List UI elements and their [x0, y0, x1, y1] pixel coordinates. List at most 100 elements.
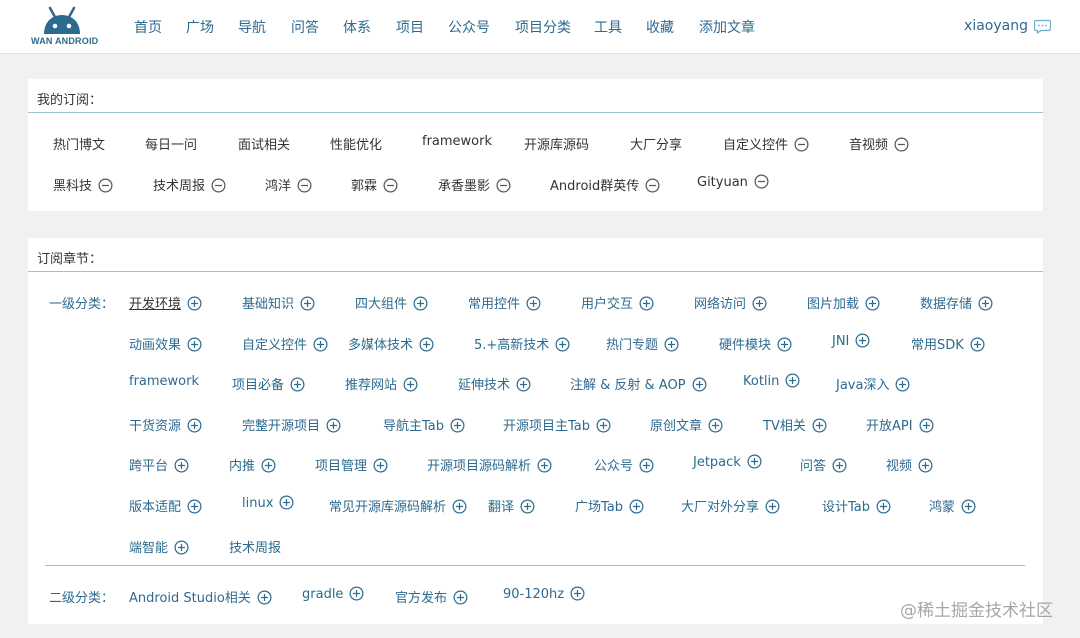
chapter-item[interactable]: Java深入 [836, 374, 910, 393]
chapter-item[interactable]: 内推 [229, 455, 276, 474]
subscribe-plus-icon[interactable] [747, 454, 762, 469]
chapter-item[interactable]: 问答 [800, 455, 847, 474]
subscribe-plus-icon[interactable] [526, 296, 541, 311]
chapter-item[interactable]: 技术周报 [229, 537, 281, 556]
subscribe-plus-icon[interactable] [413, 296, 428, 311]
subscribe-plus-icon[interactable] [978, 296, 993, 311]
chapter-item[interactable]: 数据存储 [920, 293, 993, 312]
subscribe-plus-icon[interactable] [520, 499, 535, 514]
subscribe-plus-icon[interactable] [537, 458, 552, 473]
chapter-item[interactable]: 常见开源库源码解析 [329, 496, 467, 515]
chapter-item[interactable]: 广场Tab [575, 496, 644, 515]
subscribe-plus-icon[interactable] [516, 377, 531, 392]
subscribe-plus-icon[interactable] [629, 499, 644, 514]
chapter-item[interactable]: 鸿蒙 [929, 496, 976, 515]
chapter-item[interactable]: 翻译 [488, 496, 535, 515]
subscription-item[interactable]: 热门博文 [53, 134, 105, 153]
chapter-item[interactable]: 公众号 [594, 455, 654, 474]
subscribe-plus-icon[interactable] [919, 418, 934, 433]
subscribe-plus-icon[interactable] [257, 590, 272, 605]
subscribe-plus-icon[interactable] [596, 418, 611, 433]
chapter-item[interactable]: 常用控件 [468, 293, 541, 312]
subscribe-plus-icon[interactable] [452, 499, 467, 514]
level2-chapter-item[interactable]: 官方发布 [395, 587, 468, 606]
chapter-item[interactable]: 四大组件 [355, 293, 428, 312]
subscribe-plus-icon[interactable] [450, 418, 465, 433]
subscribe-plus-icon[interactable] [326, 418, 341, 433]
subscribe-plus-icon[interactable] [812, 418, 827, 433]
subscribe-plus-icon[interactable] [865, 296, 880, 311]
chapter-item[interactable]: 跨平台 [129, 455, 189, 474]
subscribe-plus-icon[interactable] [832, 458, 847, 473]
subscribe-plus-icon[interactable] [664, 337, 679, 352]
subscribe-plus-icon[interactable] [453, 590, 468, 605]
subscribe-plus-icon[interactable] [708, 418, 723, 433]
subscribe-plus-icon[interactable] [187, 337, 202, 352]
nav-square[interactable]: 广场 [186, 17, 214, 37]
subscribe-plus-icon[interactable] [313, 337, 328, 352]
subscribe-plus-icon[interactable] [290, 377, 305, 392]
subscribe-plus-icon[interactable] [785, 373, 800, 388]
chapter-item[interactable]: JNI [832, 333, 870, 349]
chapter-item[interactable]: 设计Tab [822, 496, 891, 515]
subscribe-plus-icon[interactable] [174, 458, 189, 473]
subscribe-plus-icon[interactable] [174, 540, 189, 555]
chapter-item[interactable]: 端智能 [129, 537, 189, 556]
chapter-item[interactable]: 开源项目主Tab [503, 415, 611, 434]
subscribe-plus-icon[interactable] [349, 586, 364, 601]
nav-project-categories[interactable]: 项目分类 [515, 17, 571, 37]
chapter-item[interactable]: 5.+高新技术 [474, 334, 570, 353]
chapter-item[interactable]: Kotlin [743, 373, 800, 389]
message-icon[interactable] [1034, 19, 1051, 34]
chapter-item[interactable]: 项目管理 [315, 455, 388, 474]
chapter-item[interactable]: 视频 [886, 455, 933, 474]
nav-home[interactable]: 首页 [134, 17, 162, 37]
chapter-item[interactable]: 原创文章 [650, 415, 723, 434]
unsubscribe-minus-icon[interactable] [794, 137, 809, 152]
subscribe-plus-icon[interactable] [570, 586, 585, 601]
chapter-item[interactable]: 自定义控件 [242, 334, 328, 353]
chapter-item[interactable]: 热门专题 [606, 334, 679, 353]
subscription-item[interactable]: 鸿洋 [265, 175, 312, 194]
subscription-item[interactable]: 每日一问 [145, 134, 197, 153]
subscription-item[interactable]: 性能优化 [330, 134, 382, 153]
chapter-item[interactable]: 动画效果 [129, 334, 202, 353]
subscription-item[interactable]: 面试相关 [238, 134, 290, 153]
subscribe-plus-icon[interactable] [403, 377, 418, 392]
unsubscribe-minus-icon[interactable] [98, 178, 113, 193]
subscribe-plus-icon[interactable] [855, 333, 870, 348]
nav-tools[interactable]: 工具 [594, 17, 622, 37]
unsubscribe-minus-icon[interactable] [211, 178, 226, 193]
chapter-item[interactable]: 基础知识 [242, 293, 315, 312]
subscribe-plus-icon[interactable] [300, 296, 315, 311]
subscribe-plus-icon[interactable] [261, 458, 276, 473]
subscription-item[interactable]: 承香墨影 [438, 175, 511, 194]
subscription-item[interactable]: 黑科技 [53, 175, 113, 194]
subscribe-plus-icon[interactable] [187, 296, 202, 311]
chapter-item[interactable]: 开发环境 [129, 293, 202, 312]
level2-chapter-item[interactable]: 90-120hz [503, 586, 585, 602]
nav-add-article[interactable]: 添加文章 [699, 17, 755, 37]
nav-favorites[interactable]: 收藏 [646, 17, 674, 37]
chapter-item[interactable]: 干货资源 [129, 415, 202, 434]
chapter-item[interactable]: Jetpack [693, 454, 762, 470]
chapter-item[interactable]: 大厂对外分享 [681, 496, 780, 515]
chapter-item[interactable]: TV相关 [763, 415, 827, 434]
nav-system[interactable]: 体系 [343, 17, 371, 37]
unsubscribe-minus-icon[interactable] [894, 137, 909, 152]
chapter-item[interactable]: 版本适配 [129, 496, 202, 515]
chapter-item[interactable]: 硬件模块 [719, 334, 792, 353]
subscribe-plus-icon[interactable] [765, 499, 780, 514]
subscribe-plus-icon[interactable] [419, 337, 434, 352]
subscribe-plus-icon[interactable] [187, 418, 202, 433]
chapter-item[interactable]: 开放API [866, 415, 934, 434]
subscribe-plus-icon[interactable] [752, 296, 767, 311]
subscribe-plus-icon[interactable] [279, 495, 294, 510]
subscribe-plus-icon[interactable] [639, 296, 654, 311]
subscribe-plus-icon[interactable] [692, 377, 707, 392]
subscription-item[interactable]: 郭霖 [351, 175, 398, 194]
chapter-item[interactable]: linux [242, 495, 294, 511]
unsubscribe-minus-icon[interactable] [383, 178, 398, 193]
level2-chapter-item[interactable]: Android Studio相关 [129, 587, 272, 606]
chapter-item[interactable]: 导航主Tab [383, 415, 465, 434]
